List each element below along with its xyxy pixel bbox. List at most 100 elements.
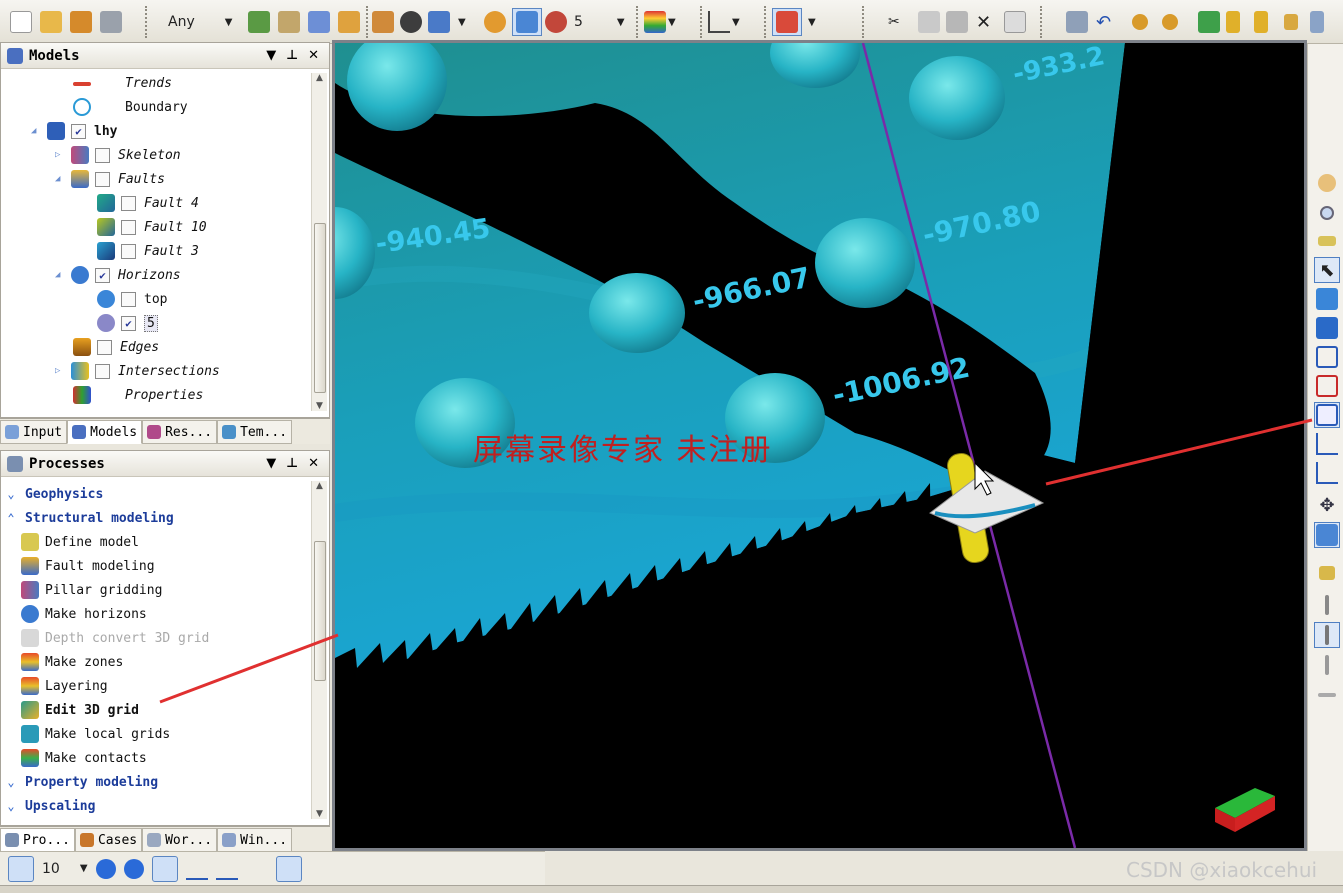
tab-workflows[interactable]: Wor... <box>142 828 218 852</box>
import-icon[interactable] <box>70 8 92 36</box>
scrollbar-thumb[interactable] <box>314 223 326 393</box>
close-icon[interactable]: ✕ <box>308 456 319 471</box>
color-table-icon[interactable]: ▼ <box>644 8 676 36</box>
edit-surface-icon[interactable] <box>1314 344 1340 370</box>
process-group-upscaling[interactable]: ⌄ Upscaling <box>3 795 95 817</box>
save-icon[interactable] <box>100 8 122 36</box>
cut-surface-icon[interactable] <box>1314 373 1340 399</box>
checkbox[interactable] <box>97 339 112 355</box>
number-dropdown[interactable]: 5 ▼ <box>574 8 634 36</box>
models-scrollbar[interactable]: ▲ ▼ <box>311 73 327 411</box>
pan-hand-icon[interactable] <box>1314 170 1340 196</box>
tab-windows[interactable]: Win... <box>217 828 293 852</box>
transform-icon[interactable] <box>1314 522 1340 548</box>
process-group-property-modeling[interactable]: ⌄ Property modeling <box>3 771 158 793</box>
tree-item-fault-10[interactable]: Fault 10 <box>97 216 207 238</box>
panel-dropdown-icon[interactable]: ▼ <box>266 456 276 471</box>
pillar-chain-icon[interactable] <box>1314 682 1340 708</box>
checkbox[interactable] <box>95 171 110 187</box>
scrollbar-thumb[interactable] <box>314 541 326 681</box>
move-node-icon[interactable] <box>1314 460 1340 486</box>
scroll-up-icon[interactable]: ▲ <box>312 481 327 491</box>
process-pillar-gridding[interactable]: Pillar gridding <box>21 579 162 601</box>
scroll-down-icon[interactable]: ▼ <box>312 401 327 411</box>
undo-icon[interactable]: ↶ <box>1096 8 1111 36</box>
chevron-down-icon[interactable]: ▼ <box>806 8 816 36</box>
scroll-down-icon[interactable]: ▼ <box>312 809 327 819</box>
previous-icon[interactable] <box>95 858 116 879</box>
pin-icon[interactable]: ⊥ <box>286 48 298 63</box>
paste-icon[interactable] <box>946 8 968 36</box>
tab-processes[interactable]: Pro... <box>0 828 75 852</box>
checkbox[interactable] <box>121 243 136 259</box>
3d-viewport[interactable]: -940.45 -970.80 -966.07 -1006.92 -933.2 … <box>332 40 1307 851</box>
tree-item-fault-4[interactable]: Fault 4 <box>97 192 199 214</box>
target-icon[interactable] <box>484 8 506 36</box>
grid-box-icon[interactable] <box>512 8 542 36</box>
count-value[interactable]: 10 <box>42 861 60 877</box>
tree-item-lhy[interactable]: ◢ ✔ lhy <box>31 120 117 142</box>
pen-icon[interactable] <box>772 8 802 36</box>
process-make-horizons[interactable]: Make horizons <box>21 603 147 625</box>
checkbox-checked[interactable]: ✔ <box>121 315 136 331</box>
home-view-icon[interactable] <box>248 8 270 36</box>
tree-item-intersections[interactable]: ▷ Intersections <box>55 360 220 382</box>
tree-item-fault-3[interactable]: Fault 3 <box>97 240 199 262</box>
expand-icon[interactable]: ▷ <box>55 366 65 376</box>
angle-tool-icon[interactable] <box>275 855 302 882</box>
process-group-structural-modeling[interactable]: ⌃ Structural modeling <box>3 507 173 529</box>
filter-dropdown[interactable]: Any ▼ <box>168 8 240 36</box>
split-icon[interactable] <box>1226 8 1240 36</box>
next-icon[interactable] <box>123 858 144 879</box>
select-plane-icon[interactable] <box>1314 315 1340 341</box>
checkbox-checked[interactable]: ✔ <box>71 123 86 139</box>
print-preview-icon[interactable] <box>1004 8 1026 36</box>
tree-item-horizons[interactable]: ◢ ✔ Horizons <box>55 264 181 286</box>
process-fault-modeling[interactable]: Fault modeling <box>21 555 155 577</box>
checkbox[interactable] <box>121 219 136 235</box>
process-make-contacts[interactable]: Make contacts <box>21 747 147 769</box>
checkbox[interactable] <box>121 291 136 307</box>
sphere-marker[interactable] <box>815 218 915 308</box>
collapse-icon[interactable]: ◢ <box>31 126 41 136</box>
tree-item-faults[interactable]: ◢ Faults <box>55 168 165 190</box>
lock-icon[interactable] <box>1284 8 1298 36</box>
pillar-curve-icon[interactable] <box>1314 622 1340 648</box>
paint-icon[interactable] <box>308 8 330 36</box>
cut-icon[interactable]: ✂ <box>888 8 900 36</box>
select-surface-icon[interactable] <box>1314 286 1340 312</box>
copy-icon[interactable] <box>918 8 940 36</box>
pillar-mode-icon[interactable] <box>151 855 178 882</box>
add-point-icon[interactable] <box>1132 8 1148 36</box>
pillar-points-icon[interactable] <box>1314 652 1340 678</box>
select-pointer-icon[interactable]: ⬉ <box>1314 257 1340 283</box>
tree-item-top[interactable]: top <box>97 288 167 310</box>
checkbox[interactable] <box>95 363 110 379</box>
window-icon[interactable] <box>338 8 360 36</box>
pillar-split-icon[interactable] <box>185 858 208 880</box>
collapse-icon[interactable]: ◢ <box>55 270 65 280</box>
tree-item-boundary[interactable]: Boundary <box>73 96 188 118</box>
move-arrows-icon[interactable]: ✥ <box>1314 492 1340 518</box>
cross-tool-icon[interactable] <box>246 858 268 880</box>
collapse-icon[interactable]: ◢ <box>55 174 65 184</box>
scroll-up-icon[interactable]: ▲ <box>312 73 327 83</box>
process-make-zones[interactable]: Make zones <box>21 651 123 673</box>
tab-input[interactable]: Input <box>0 420 68 444</box>
chevron-down-icon[interactable]: ▼ <box>80 863 88 874</box>
close-icon[interactable]: ✕ <box>308 48 319 63</box>
process-layering[interactable]: Layering <box>21 675 108 697</box>
tab-cases[interactable]: Cases <box>74 828 143 852</box>
tab-models[interactable]: Models <box>67 420 143 444</box>
tree-item-5[interactable]: ✔ 5 <box>97 312 158 334</box>
measure-icon[interactable] <box>1314 228 1340 254</box>
sphere-marker[interactable] <box>589 273 685 353</box>
chevron-down-icon[interactable]: ▼ <box>456 8 466 36</box>
pillar-align-icon[interactable] <box>215 858 238 880</box>
pointer-icon[interactable] <box>1310 8 1324 36</box>
tree-item-edges[interactable]: Edges <box>73 336 159 358</box>
zoom-icon[interactable] <box>1314 200 1340 226</box>
house-icon[interactable] <box>372 8 394 36</box>
delete-icon[interactable]: ✕ <box>976 8 991 36</box>
expand-icon[interactable]: ▷ <box>55 150 65 160</box>
